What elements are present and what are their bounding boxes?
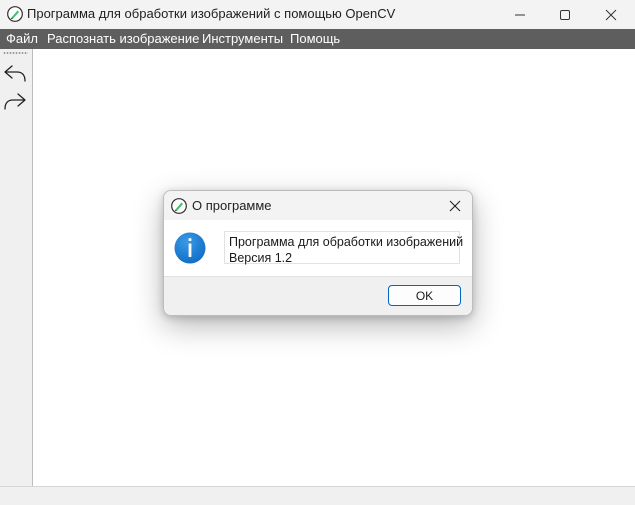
maximize-button[interactable]	[542, 0, 588, 29]
close-button[interactable]	[588, 0, 634, 29]
undo-arrow-icon	[4, 65, 26, 82]
menu-file[interactable]: Файл	[6, 31, 38, 46]
redo-arrow-icon	[4, 93, 26, 110]
redo-button[interactable]	[2, 89, 28, 113]
minimize-icon	[515, 14, 525, 15]
message-line: Программа для обработки изображений	[229, 235, 464, 249]
dialog-title: О программе	[192, 198, 272, 213]
title-bar[interactable]: Программа для обработки изображений с по…	[0, 0, 635, 29]
menu-bar: Файл Распознать изображение Инструменты …	[0, 29, 635, 49]
dialog-body: Программа для обработки изображений Верс…	[164, 220, 472, 276]
undo-button[interactable]	[2, 61, 28, 85]
close-icon	[605, 9, 617, 20]
dialog-footer: OK	[164, 276, 472, 315]
app-icon	[171, 198, 187, 214]
window-title: Программа для обработки изображений с по…	[27, 6, 396, 21]
maximize-icon	[560, 9, 570, 20]
menu-help[interactable]: Помощь	[290, 31, 340, 46]
toolbar-grip[interactable]	[3, 52, 28, 54]
message-text-box: Программа для обработки изображений Верс…	[224, 231, 464, 265]
version-line: Версия 1.2	[229, 251, 293, 265]
close-icon	[449, 200, 461, 212]
dialog-title-bar[interactable]: О программе	[164, 191, 472, 220]
status-bar	[0, 486, 635, 505]
app-icon	[7, 6, 23, 22]
info-icon	[174, 232, 206, 264]
minimize-button[interactable]	[497, 0, 543, 29]
dialog-close-button[interactable]	[442, 193, 468, 219]
about-dialog: О программе Программа для обработки изоб…	[163, 190, 473, 316]
ok-button[interactable]: OK	[388, 285, 461, 306]
menu-recognize-image[interactable]: Распознать изображение	[47, 31, 199, 46]
left-toolbar	[0, 49, 33, 486]
menu-tools[interactable]: Инструменты	[202, 31, 283, 46]
main-window: Программа для обработки изображений с по…	[0, 0, 635, 505]
